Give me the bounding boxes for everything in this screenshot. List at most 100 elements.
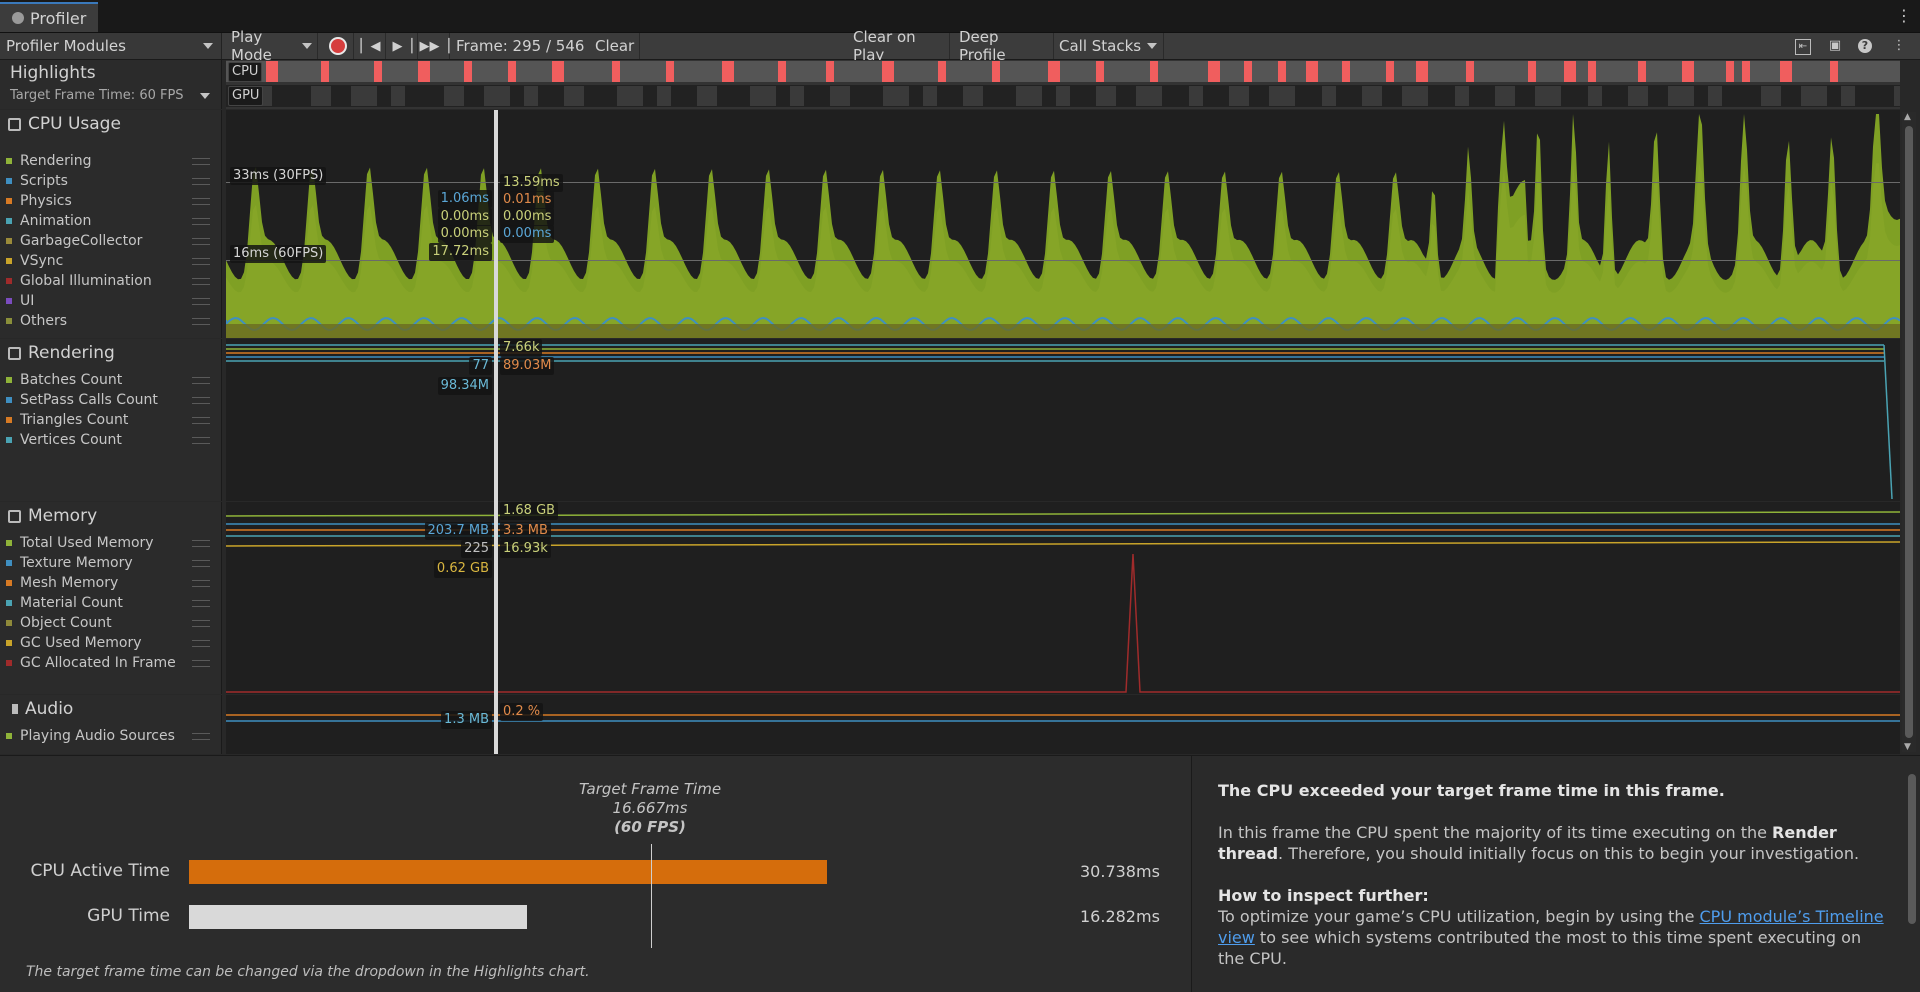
legend-label: Physics bbox=[20, 193, 72, 209]
help-icon[interactable]: ? bbox=[1858, 39, 1872, 53]
cpu-strip bbox=[226, 61, 1900, 82]
target-frame-time-fps: (60 FPS) bbox=[614, 818, 686, 836]
drag-handle-icon[interactable] bbox=[192, 197, 210, 205]
modules-scrollbar-thumb[interactable] bbox=[1905, 126, 1913, 738]
rendering-module[interactable]: Rendering Batches Count SetPass Calls Cou… bbox=[0, 339, 222, 501]
rendering-chart[interactable]: 77 98.34M 7.66k 89.03M bbox=[226, 339, 1900, 501]
legend-item[interactable]: VSync bbox=[6, 252, 216, 270]
insights-scrollbar-thumb[interactable] bbox=[1908, 774, 1916, 924]
drag-handle-icon[interactable] bbox=[192, 297, 210, 305]
drag-handle-icon[interactable] bbox=[192, 579, 210, 587]
drag-handle-icon[interactable] bbox=[192, 257, 210, 265]
current-frame-button[interactable]: ▶▶▕ bbox=[420, 33, 450, 59]
drag-handle-icon[interactable] bbox=[192, 376, 210, 384]
insights-scrollbar[interactable] bbox=[1907, 764, 1917, 986]
drag-handle-icon[interactable] bbox=[192, 599, 210, 607]
legend-label: Total Used Memory bbox=[20, 535, 154, 551]
legend-label: Rendering bbox=[20, 153, 92, 169]
cpu-highlight bbox=[374, 61, 382, 82]
drag-handle-icon[interactable] bbox=[192, 237, 210, 245]
cpu-highlight bbox=[938, 61, 946, 82]
window-menu-icon[interactable]: ⋮ bbox=[1896, 6, 1912, 25]
legend-item[interactable]: Mesh Memory bbox=[6, 574, 216, 592]
highlights-chart[interactable]: CPU GPU bbox=[226, 60, 1900, 109]
record-icon bbox=[330, 39, 345, 53]
cpu-strip-label: CPU bbox=[228, 62, 263, 82]
selected-frame-value: 3.3 MB bbox=[500, 522, 551, 540]
legend-item[interactable]: Object Count bbox=[6, 614, 216, 632]
cpu-usage-module[interactable]: CPU Usage Rendering Scripts Physics Animati… bbox=[0, 110, 222, 338]
target-frame-time-dropdown[interactable]: Target Frame Time: 60 FPS bbox=[10, 88, 210, 103]
legend-item[interactable]: SetPass Calls Count bbox=[6, 391, 216, 409]
legend-item[interactable]: Batches Count bbox=[6, 371, 216, 389]
drag-handle-icon[interactable] bbox=[192, 416, 210, 424]
legend-label: Triangles Count bbox=[20, 412, 129, 428]
legend-item[interactable]: Global Illumination bbox=[6, 272, 216, 290]
legend-item[interactable]: Animation bbox=[6, 212, 216, 230]
drag-handle-icon[interactable] bbox=[192, 659, 210, 667]
legend-item[interactable]: Total Used Memory bbox=[6, 534, 216, 552]
record-button[interactable] bbox=[322, 33, 354, 59]
legend-item[interactable]: Rendering bbox=[6, 152, 216, 170]
gpu-time-label: GPU Time bbox=[87, 906, 170, 926]
audio-chart[interactable]: 1.3 MB 0.2 % bbox=[226, 695, 1900, 754]
frame-cursor[interactable] bbox=[494, 110, 498, 754]
legend-item[interactable]: Material Count bbox=[6, 594, 216, 612]
legend-label: Animation bbox=[20, 213, 92, 229]
profiler-modules-dropdown[interactable]: Profiler Modules bbox=[0, 33, 222, 59]
legend-item[interactable]: Scripts bbox=[6, 172, 216, 190]
legend-item[interactable]: Triangles Count bbox=[6, 411, 216, 429]
memory-module[interactable]: Memory Total Used Memory Texture Memory Me… bbox=[0, 502, 222, 694]
clear-on-play-toggle[interactable]: Clear on Play bbox=[848, 28, 950, 64]
memory-chart[interactable]: 203.7 MB 225 0.62 GB 1.68 GB 3.3 MB 16.93k bbox=[226, 502, 1900, 694]
gpu-segment bbox=[883, 86, 909, 106]
tab-profiler[interactable]: Profiler bbox=[0, 2, 98, 32]
scroll-down-icon[interactable]: ▼ bbox=[1904, 742, 1911, 752]
drag-handle-icon[interactable] bbox=[192, 559, 210, 567]
legend-item[interactable]: Vertices Count bbox=[6, 431, 216, 449]
drag-handle-icon[interactable] bbox=[192, 436, 210, 444]
legend-item[interactable]: Texture Memory bbox=[6, 554, 216, 572]
drag-handle-icon[interactable] bbox=[192, 217, 210, 225]
audio-module[interactable]: Audio Playing Audio Sources bbox=[0, 695, 222, 754]
next-frame-button[interactable]: ▶▕ bbox=[388, 33, 418, 59]
save-icon[interactable]: ▣ bbox=[1826, 37, 1844, 55]
gpu-time-track bbox=[189, 905, 1045, 929]
modules-scrollbar[interactable]: ▲ ▼ bbox=[1902, 112, 1916, 752]
deep-profile-toggle[interactable]: Deep Profile bbox=[954, 28, 1054, 64]
more-options-icon[interactable]: ⋮ bbox=[1890, 37, 1908, 55]
cpu-usage-chart[interactable]: 33ms (30FPS) 16ms (60FPS) 1.06ms 0.00ms 0.… bbox=[226, 110, 1900, 338]
drag-handle-icon[interactable] bbox=[192, 277, 210, 285]
profiler-icon bbox=[12, 12, 24, 24]
clear-button[interactable]: Clear bbox=[590, 33, 640, 59]
legend-item[interactable]: Playing Audio Sources bbox=[6, 727, 216, 745]
legend-item[interactable]: GC Used Memory bbox=[6, 634, 216, 652]
legend-label: Object Count bbox=[20, 615, 112, 631]
cpu-highlight bbox=[1528, 61, 1536, 82]
selected-frame-value: 13.59ms bbox=[500, 174, 563, 192]
drag-handle-icon[interactable] bbox=[192, 539, 210, 547]
drag-handle-icon[interactable] bbox=[192, 157, 210, 165]
load-icon[interactable]: ⇤ bbox=[1795, 39, 1811, 55]
drag-handle-icon[interactable] bbox=[192, 317, 210, 325]
call-stacks-dropdown[interactable]: Call Stacks bbox=[1054, 33, 1164, 59]
selected-frame-value: 0.00ms bbox=[500, 208, 555, 226]
legend-item[interactable]: UI bbox=[6, 292, 216, 310]
legend-item[interactable]: Physics bbox=[6, 192, 216, 210]
legend-item[interactable]: GC Allocated In Frame bbox=[6, 654, 216, 672]
drag-handle-icon[interactable] bbox=[192, 177, 210, 185]
gpu-segment bbox=[1588, 86, 1602, 106]
scroll-up-icon[interactable]: ▲ bbox=[1904, 112, 1911, 122]
drag-handle-icon[interactable] bbox=[192, 732, 210, 740]
play-mode-dropdown[interactable]: Play Mode bbox=[226, 28, 318, 64]
cpu-highlight bbox=[1564, 61, 1576, 82]
legend-swatch bbox=[6, 158, 12, 164]
selected-frame-value: 0.00ms bbox=[437, 208, 492, 226]
gpu-segment bbox=[697, 86, 717, 106]
drag-handle-icon[interactable] bbox=[192, 639, 210, 647]
legend-item[interactable]: GarbageCollector bbox=[6, 232, 216, 250]
previous-frame-button[interactable]: ▏◀ bbox=[356, 33, 386, 59]
drag-handle-icon[interactable] bbox=[192, 619, 210, 627]
drag-handle-icon[interactable] bbox=[192, 396, 210, 404]
legend-item[interactable]: Others bbox=[6, 312, 216, 330]
